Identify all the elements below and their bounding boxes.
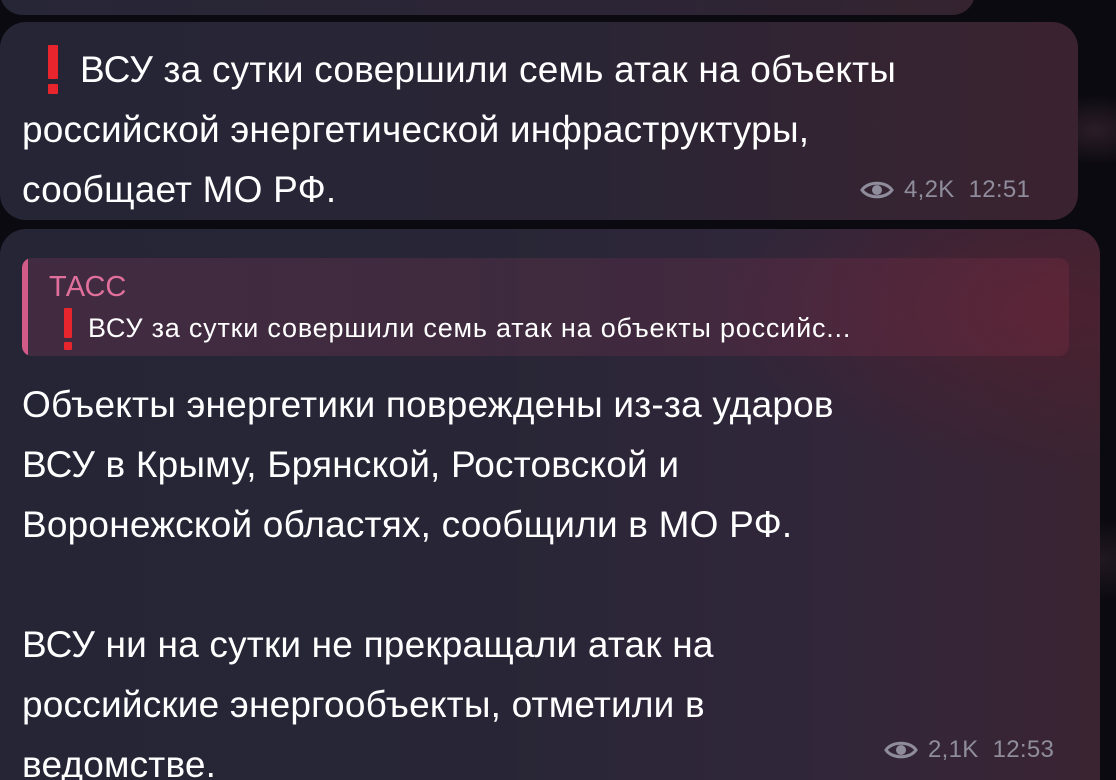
quote-source: ТАСС	[49, 271, 127, 303]
message-time: 12:51	[968, 176, 1031, 203]
view-count: 2,1K	[928, 736, 979, 763]
previous-message-bubble[interactable]	[0, 0, 975, 15]
message-text: Объекты энергетики повреждены из-за удар…	[22, 384, 834, 780]
message-meta: 4,2K 12:51	[860, 176, 1030, 204]
exclamation-icon	[62, 308, 74, 350]
eye-icon	[860, 181, 894, 199]
eye-icon	[884, 741, 918, 759]
message-body: ВСУ за сутки совершили семь атак на объе…	[22, 49, 897, 210]
quote-accent-bar	[22, 258, 28, 356]
view-count: 4,2K	[904, 176, 955, 203]
quote-text: ВСУ за сутки совершили семь атак на объе…	[88, 313, 852, 343]
exclamation-icon	[42, 45, 62, 95]
reply-quote[interactable]: ТАСС ВСУ за сутки совершили семь атак на…	[22, 258, 1069, 356]
message-meta: 2,1K 12:53	[884, 736, 1054, 764]
message-time: 12:53	[992, 736, 1055, 763]
